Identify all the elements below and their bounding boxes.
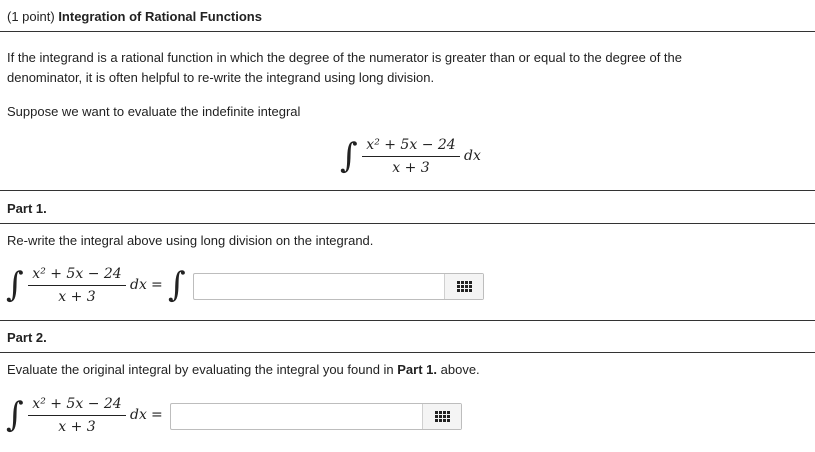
part2-answer-box xyxy=(170,403,462,430)
integral-sign: ∫ xyxy=(340,136,358,176)
grid-icon xyxy=(434,411,450,422)
part1-heading-label: Part 1. xyxy=(7,201,47,216)
divider xyxy=(0,320,815,321)
part2-instruction: Evaluate the original integral by evalua… xyxy=(7,362,480,377)
part2-instruction-prefix: Evaluate the original integral by evalua… xyxy=(7,362,398,377)
integrand-numerator: x² + 5x − 24 xyxy=(32,396,122,412)
integrand-fraction: x² + 5x − 24 x + 3 xyxy=(28,265,126,306)
part1-instruction: Re-write the integral above using long d… xyxy=(7,233,374,248)
integrand-fraction: x² + 5x − 24 x + 3 xyxy=(362,136,460,177)
problem-header: (1 point) Integration of Rational Functi… xyxy=(7,9,262,24)
equals-sign: = xyxy=(151,407,163,423)
divider xyxy=(0,31,815,32)
fraction-bar xyxy=(28,415,126,416)
suppose-text: Suppose we want to evaluate the indefini… xyxy=(7,104,301,119)
divider xyxy=(0,223,815,224)
integrand-denominator: x + 3 xyxy=(58,419,96,435)
fraction-bar xyxy=(28,285,126,286)
grid-icon xyxy=(456,281,472,292)
differential: dx xyxy=(130,407,147,423)
differential: dx xyxy=(130,277,147,293)
part1-answer-input[interactable] xyxy=(194,274,444,299)
divider xyxy=(0,352,815,353)
intro-line-2: denominator, it is often helpful to re-w… xyxy=(7,70,435,85)
part1-heading: Part 1. xyxy=(7,201,47,216)
equals-sign: = xyxy=(151,277,163,293)
integrand-fraction: x² + 5x − 24 x + 3 xyxy=(28,395,126,436)
integral-sign: ∫ xyxy=(168,265,186,305)
integrand-numerator: x² + 5x − 24 xyxy=(366,137,456,153)
part2-heading: Part 2. xyxy=(7,330,47,345)
part2-instruction-bold: Part 1. xyxy=(397,362,438,377)
fraction-bar xyxy=(362,156,460,157)
points-label: (1 point) xyxy=(7,9,59,24)
integrand-numerator: x² + 5x − 24 xyxy=(32,266,122,282)
integrand-denominator: x + 3 xyxy=(58,289,96,305)
integrand-denominator: x + 3 xyxy=(392,160,430,176)
divider xyxy=(0,190,815,191)
part2-instruction-suffix: above. xyxy=(437,362,480,377)
equation-editor-button[interactable] xyxy=(444,274,483,299)
part2-heading-label: Part 2. xyxy=(7,330,47,345)
equation-editor-button[interactable] xyxy=(422,404,461,429)
problem-title: Integration of Rational Functions xyxy=(58,9,262,24)
differential: dx xyxy=(464,148,481,164)
integral-sign: ∫ xyxy=(6,265,24,305)
part1-answer-box xyxy=(193,273,484,300)
integral-sign: ∫ xyxy=(6,395,24,435)
intro-line-1: If the integrand is a rational function … xyxy=(7,50,682,65)
part2-answer-input[interactable] xyxy=(171,404,422,429)
